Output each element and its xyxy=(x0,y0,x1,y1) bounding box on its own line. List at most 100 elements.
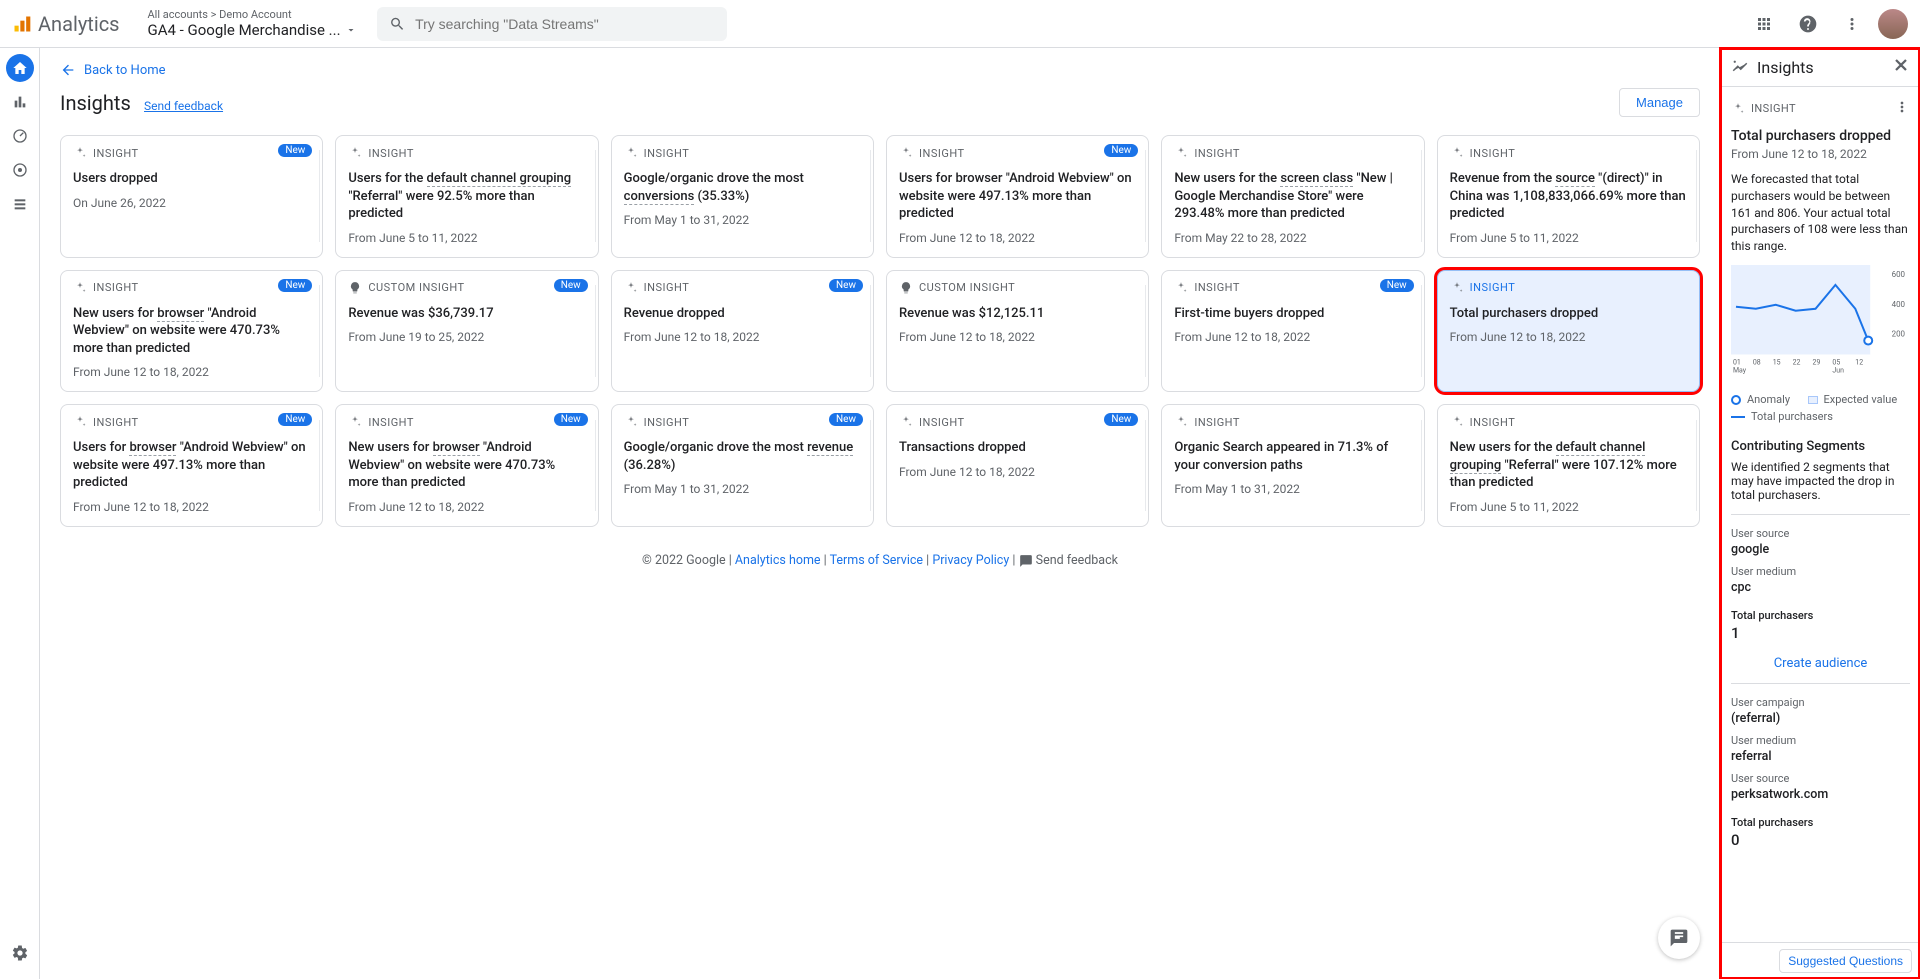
footer-link-home[interactable]: Analytics home xyxy=(735,553,821,568)
card-type-label: INSIGHT xyxy=(73,281,310,295)
card-type-label: INSIGHT xyxy=(1174,415,1411,429)
card-type-label: INSIGHT xyxy=(899,415,1136,429)
card-title: New users for the default channel groupi… xyxy=(1450,439,1687,492)
insight-card[interactable]: NewINSIGHTRevenue droppedFrom June 12 to… xyxy=(611,270,874,393)
new-badge: New xyxy=(554,413,588,426)
insight-card[interactable]: NewINSIGHTUsers droppedOn June 26, 2022 xyxy=(60,135,323,258)
insight-card[interactable]: INSIGHTRevenue from the source "(direct)… xyxy=(1437,135,1700,258)
card-type-label: INSIGHT xyxy=(1450,281,1687,295)
card-title: Revenue dropped xyxy=(624,305,861,323)
svg-text:600: 600 xyxy=(1892,270,1906,279)
insight-card[interactable]: NewINSIGHTUsers for browser "Android Web… xyxy=(886,135,1149,258)
insight-card[interactable]: NewINSIGHTUsers for browser "Android Web… xyxy=(60,404,323,527)
card-date: From June 12 to 18, 2022 xyxy=(73,500,310,514)
card-type-label: INSIGHT xyxy=(73,415,310,429)
footer-link-tos[interactable]: Terms of Service xyxy=(830,553,923,568)
suggested-questions-button[interactable]: Suggested Questions xyxy=(1779,949,1912,973)
insight-card[interactable]: CUSTOM INSIGHTRevenue was $12,125.11From… xyxy=(886,270,1149,393)
card-type-label: INSIGHT xyxy=(348,415,585,429)
panel-chart: 600 400 200 01May 08 15 22 29 05Jun 12 xyxy=(1731,265,1910,384)
svg-text:12: 12 xyxy=(1855,358,1863,366)
svg-text:08: 08 xyxy=(1753,358,1761,366)
chevron-down-icon xyxy=(345,24,357,36)
more-vert-icon[interactable] xyxy=(1834,6,1870,42)
nav-home[interactable] xyxy=(6,54,34,82)
card-date: On June 26, 2022 xyxy=(73,196,310,210)
card-title: Users dropped xyxy=(73,170,310,188)
avatar[interactable] xyxy=(1878,9,1908,39)
app-header: Analytics All accounts > Demo Account GA… xyxy=(0,0,1920,48)
feedback-icon xyxy=(1019,554,1033,568)
insight-card[interactable]: NewINSIGHTTransactions droppedFrom June … xyxy=(886,404,1149,527)
card-date: From June 12 to 18, 2022 xyxy=(899,465,1136,479)
feedback-fab[interactable] xyxy=(1658,917,1700,959)
card-title: Organic Search appeared in 71.3% of your… xyxy=(1174,439,1411,474)
card-date: From June 5 to 11, 2022 xyxy=(348,231,585,245)
insights-grid: NewINSIGHTUsers droppedOn June 26, 2022I… xyxy=(60,135,1700,527)
card-title: Transactions dropped xyxy=(899,439,1136,457)
nav-advertising[interactable] xyxy=(6,156,34,184)
nav-explore[interactable] xyxy=(6,122,34,150)
manage-button[interactable]: Manage xyxy=(1619,88,1700,117)
send-feedback-link[interactable]: Send feedback xyxy=(144,99,223,113)
create-audience-link-1[interactable]: Create audience xyxy=(1774,656,1868,671)
insight-card[interactable]: NewCUSTOM INSIGHTRevenue was $36,739.17F… xyxy=(335,270,598,393)
app-logo-text: Analytics xyxy=(38,12,120,36)
card-type-label: INSIGHT xyxy=(624,415,861,429)
card-date: From June 12 to 18, 2022 xyxy=(348,500,585,514)
insight-card[interactable]: NewINSIGHTNew users for browser "Android… xyxy=(60,270,323,393)
svg-text:Jun: Jun xyxy=(1832,366,1844,374)
back-to-home-link[interactable]: Back to Home xyxy=(60,62,166,78)
card-title: New users for browser "Android Webview" … xyxy=(73,305,310,358)
card-date: From June 19 to 25, 2022 xyxy=(348,330,585,344)
insight-card[interactable]: INSIGHTNew users for the default channel… xyxy=(1437,404,1700,527)
close-panel-button[interactable] xyxy=(1892,56,1910,78)
card-date: From June 12 to 18, 2022 xyxy=(73,365,310,379)
help-icon[interactable] xyxy=(1790,6,1826,42)
card-title: Google/organic drove the most conversion… xyxy=(624,170,861,205)
search-input[interactable] xyxy=(415,16,714,32)
new-badge: New xyxy=(554,279,588,292)
new-badge: New xyxy=(829,413,863,426)
insight-card[interactable]: INSIGHTTotal purchasers droppedFrom June… xyxy=(1437,270,1700,393)
card-title: New users for the screen class "New | Go… xyxy=(1174,170,1411,223)
insight-card[interactable]: INSIGHT Organic Search appeared in 71.3% … xyxy=(1161,404,1424,527)
app-logo[interactable]: Analytics xyxy=(12,12,120,36)
card-title: Google/organic drove the most revenue (3… xyxy=(624,439,861,474)
insights-side-panel: Insights INSIGHT Total purchasers droppe… xyxy=(1720,48,1920,979)
page-footer: © 2022 Google | Analytics home | Terms o… xyxy=(60,553,1700,568)
content-area: Back to Home Insights Send feedback Mana… xyxy=(40,48,1720,979)
card-title: Users for the default channel grouping "… xyxy=(348,170,585,223)
svg-text:22: 22 xyxy=(1793,358,1801,366)
card-type-label: CUSTOM INSIGHT xyxy=(348,281,585,295)
insight-card[interactable]: NewINSIGHTFirst-time buyers droppedFrom … xyxy=(1161,270,1424,393)
card-date: From June 12 to 18, 2022 xyxy=(1450,330,1687,344)
insight-card[interactable]: INSIGHTUsers for the default channel gro… xyxy=(335,135,598,258)
panel-title: Insights xyxy=(1757,58,1814,77)
sparkle-icon xyxy=(1731,102,1745,116)
footer-link-privacy[interactable]: Privacy Policy xyxy=(932,553,1009,568)
panel-legend: Anomaly Expected value Total purchasers xyxy=(1731,393,1910,423)
search-icon xyxy=(389,15,406,33)
nav-reports[interactable] xyxy=(6,88,34,116)
card-title: Users for browser "Android Webview" on w… xyxy=(73,439,310,492)
back-label: Back to Home xyxy=(84,63,166,78)
insight-card[interactable]: INSIGHTNew users for the screen class "N… xyxy=(1161,135,1424,258)
card-title: Users for browser "Android Webview" on w… xyxy=(899,170,1136,223)
footer-send-feedback[interactable]: Send feedback xyxy=(1036,553,1118,568)
nav-configure[interactable] xyxy=(6,190,34,218)
panel-more-button[interactable] xyxy=(1894,99,1910,118)
apps-icon[interactable] xyxy=(1746,6,1782,42)
nav-admin[interactable] xyxy=(6,939,34,967)
segment-2: User campaign (referral) User medium ref… xyxy=(1731,696,1910,849)
segment-1: User source google User medium cpc Total… xyxy=(1731,527,1910,642)
property-selector[interactable]: All accounts > Demo Account GA4 - Google… xyxy=(148,8,357,39)
contributing-segments-header: Contributing Segments xyxy=(1731,439,1910,454)
svg-text:15: 15 xyxy=(1773,358,1781,366)
insight-card[interactable]: NewINSIGHT Google/organic drove the most … xyxy=(611,404,874,527)
insight-card[interactable]: NewINSIGHTNew users for browser "Android… xyxy=(335,404,598,527)
account-path: All accounts > Demo Account xyxy=(148,8,357,21)
card-type-label: INSIGHT xyxy=(1174,281,1411,295)
search-bar[interactable] xyxy=(377,7,727,41)
insight-card[interactable]: INSIGHTGoogle/organic drove the most con… xyxy=(611,135,874,258)
